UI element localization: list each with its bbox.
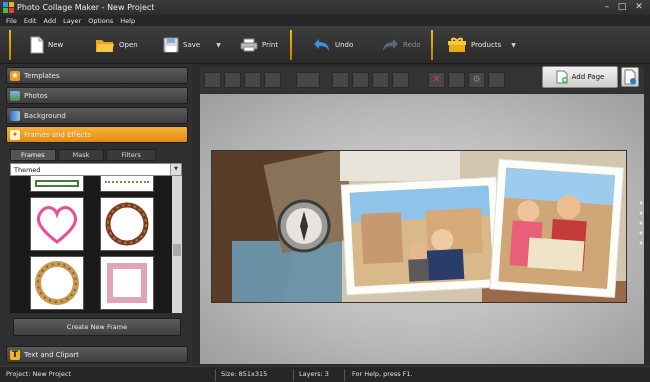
app-icon [3,2,14,13]
frame-category-select[interactable]: Themed ▼ [10,163,182,176]
page-options-button[interactable] [621,67,639,87]
flip-horizontal-icon[interactable] [372,72,389,88]
minimize-button[interactable]: – [600,1,614,13]
window-title: Photo Collage Maker - New Project [17,3,155,12]
bring-to-front-icon[interactable] [204,72,221,88]
create-new-frame-button[interactable]: Create New Frame [13,318,181,336]
status-size: Size: 851x315 [221,370,268,378]
collage-image [212,151,626,302]
save-button[interactable]: Save ▼ [163,31,221,59]
status-bar: Project: New Project Size: 851x315 Layer… [0,366,650,382]
background-icon [10,111,20,121]
frames-tabs: Frames Mask Filters [10,149,182,161]
products-dropdown-icon[interactable]: ▼ [511,42,516,49]
section-frames-effects[interactable]: ✦ Frames and Effects [6,126,188,143]
maximize-button[interactable]: □ [615,1,629,13]
wreath-frame-icon [105,202,149,246]
undo-icon [314,39,329,51]
floppy-disk-icon [163,37,179,53]
products-button[interactable]: Products ▼ [447,31,516,59]
print-button[interactable]: Print [240,31,278,59]
menu-layer[interactable]: Layer [63,17,81,25]
section-photos[interactable]: Photos [6,87,188,104]
status-layers: Layers: 3 [299,370,329,378]
redo-icon [383,39,398,51]
undo-button[interactable]: Undo [313,31,353,59]
toolbar-separator [431,30,433,60]
text-t-icon: T [10,350,20,360]
section-templates[interactable]: ★ Templates [6,67,188,84]
tab-frames[interactable]: Frames [10,149,56,161]
chevron-down-icon[interactable]: ▼ [170,164,181,175]
frame-thumbnail[interactable] [100,176,154,192]
star-icon: ★ [10,71,20,81]
redo-button[interactable]: Redo [381,31,421,59]
send-to-back-icon[interactable] [264,72,281,88]
main-toolbar: New Open Save ▼ Print Undo Redo Products… [0,26,650,64]
close-button[interactable]: ✕ [632,1,646,13]
toolbar-separator [9,30,11,60]
bring-forward-icon[interactable] [224,72,241,88]
frame-thumbnail-heart[interactable] [30,197,84,251]
status-help: For Help, press F1. [352,370,413,378]
menu-edit[interactable]: Edit [24,17,37,25]
scroll-arrows-icon [639,201,642,245]
thumbnails-scrollbar[interactable] [172,176,182,313]
gear-icon[interactable]: ⚙ [468,72,485,88]
collage-page[interactable] [211,150,627,303]
folder-icon [96,40,114,52]
skew-left-icon[interactable] [332,72,349,88]
new-document-icon [30,36,44,54]
straw-wreath-icon [35,261,79,305]
crop-icon[interactable] [448,72,465,88]
add-page-icon [556,70,568,84]
section-text-clipart[interactable]: T Text and Clipart [6,346,188,363]
gift-box-icon [448,37,466,52]
magic-wand-icon: ✦ [10,130,20,140]
open-button[interactable]: Open [95,31,138,59]
menu-help[interactable]: Help [120,17,135,25]
heart-frame-icon [36,206,78,244]
delete-icon[interactable]: ✕ [428,72,445,88]
title-bar: Photo Collage Maker - New Project [0,0,650,15]
menu-bar: File Edit Add Layer Options Help [0,15,650,26]
page-navigation-dots[interactable] [638,200,644,248]
frame-thumbnail[interactable] [30,176,84,192]
align-dropdown-icon[interactable] [296,72,320,88]
skew-right-icon[interactable] [392,72,409,88]
page-settings-icon [624,69,636,85]
menu-add[interactable]: Add [43,17,56,25]
lock-icon[interactable] [488,72,505,88]
menu-options[interactable]: Options [88,17,113,25]
add-page-button[interactable]: Add Page [542,66,618,88]
send-backward-icon[interactable] [244,72,261,88]
section-background[interactable]: Background [6,107,188,124]
frame-thumbnail-pink[interactable] [100,256,154,310]
toolbar-separator [290,30,292,60]
photo-icon [10,91,20,101]
save-dropdown-icon[interactable]: ▼ [216,42,221,49]
frame-thumbnail-wreath[interactable] [100,197,154,251]
flip-vertical-icon[interactable] [352,72,369,88]
frame-thumbnail-straw[interactable] [30,256,84,310]
menu-file[interactable]: File [6,17,17,25]
printer-icon [240,38,258,52]
tab-mask[interactable]: Mask [57,149,105,161]
frame-thumbnails [10,176,172,313]
tab-filters[interactable]: Filters [106,149,156,161]
status-project: Project: New Project [6,370,71,378]
new-button[interactable]: New [30,31,63,59]
